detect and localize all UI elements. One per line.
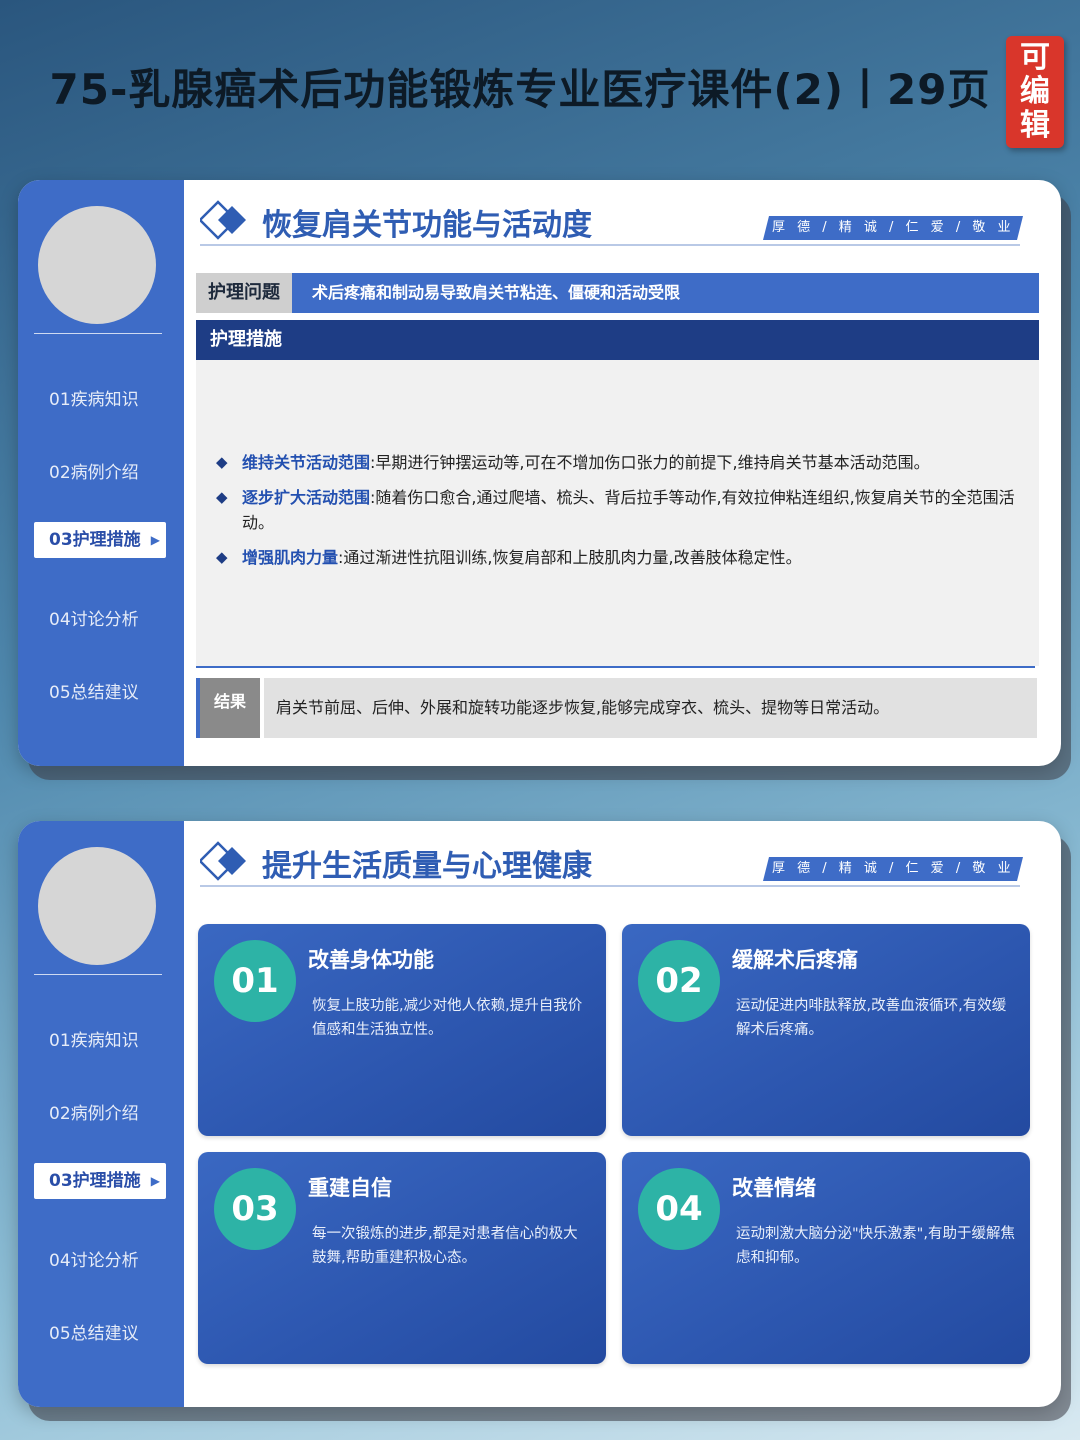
sidebar-item-disease-knowledge[interactable]: 01疾病知识 [49,1026,139,1051]
result-label: 结果 [196,678,260,738]
card-text: 运动刺激大脑分泌"快乐激素",有助于缓解焦虑和抑郁。 [736,1226,1015,1266]
benefit-card: 04 改善情绪 运动刺激大脑分泌"快乐激素",有助于缓解焦虑和抑郁。 [622,1152,1030,1364]
benefit-card: 03 重建自信 每一次锻炼的进步,都是对患者信心的极大鼓舞,帮助重建积极心态。 [198,1152,606,1364]
list-item: ◆ 维持关节活动范围:早期进行钟摆运动等,可在不增加伤口张力的前提下,维持肩关节… [216,450,1016,475]
sidebar-divider [34,333,162,334]
bullet-keyword: 增强肌肉力量 [242,548,339,567]
page-title: 75-乳腺癌术后功能锻炼专业医疗课件(2)丨29页 [49,65,991,114]
result-separator [260,678,264,738]
card-title: 重建自信 [308,1176,392,1200]
diamond-logo-icon [200,200,246,240]
card-text: 恢复上肢功能,减少对他人依赖,提升自我价值感和生活独立性。 [312,998,583,1038]
card-number-badge: 02 [638,940,720,1022]
card-title: 改善身体功能 [308,948,434,972]
sidebar-item-summary[interactable]: 05总结建议 [49,678,139,703]
problem-label: 护理问题 [196,273,292,313]
sidebar-item-disease-knowledge[interactable]: 01疾病知识 [49,385,139,410]
list-item: ◆ 增强肌肉力量:通过渐进性抗阻训练,恢复肩部和上肢肌肉力量,改善肢体稳定性。 [216,545,1016,570]
diamond-bullet-icon: ◆ [216,488,228,506]
result-divider [196,666,1035,668]
card-number-badge: 04 [638,1168,720,1250]
slide-title: 提升生活质量与心理健康 [262,849,592,884]
bullet-text: :早期进行钟摆运动等,可在不增加伤口张力的前提下,维持肩关节基本活动范围。 [370,453,930,472]
card-number-badge: 01 [214,940,296,1022]
sidebar-item-case-intro[interactable]: 02病例介绍 [49,458,139,483]
slide-title: 恢复肩关节功能与活动度 [262,208,592,243]
chevron-right-icon: ▶ [150,533,160,547]
measures-header: 护理措施 [196,320,1039,360]
motto-banner: 厚 德 / 精 诚 / 仁 爱 / 敬 业 [763,857,1023,881]
result-row: 结果 肩关节前屈、后伸、外展和旋转功能逐步恢复,能够完成穿衣、梳头、提物等日常活… [196,678,1037,738]
slide-shoulder-function: 01疾病知识 02病例介绍 03护理措施 ▶ 04讨论分析 05总结建议 恢复肩… [18,180,1061,766]
diamond-bullet-icon: ◆ [216,453,228,471]
card-text: 每一次锻炼的进步,都是对患者信心的极大鼓舞,帮助重建积极心态。 [312,1226,578,1266]
benefit-card: 02 缓解术后疼痛 运动促进内啡肽释放,改善血液循环,有效缓解术后疼痛。 [622,924,1030,1136]
slide-quality-of-life: 01疾病知识 02病例介绍 03护理措施 ▶ 04讨论分析 05总结建议 提升生… [18,821,1061,1407]
card-title: 改善情绪 [732,1176,816,1200]
measures-body: ◆ 维持关节活动范围:早期进行钟摆运动等,可在不增加伤口张力的前提下,维持肩关节… [196,360,1039,666]
sidebar-item-summary[interactable]: 05总结建议 [49,1319,139,1344]
sidebar-item-nursing-measures[interactable]: 03护理措施 ▶ [34,522,166,558]
badge-char: 可 [1020,40,1050,75]
header-divider [200,885,1020,887]
sidebar-item-case-intro[interactable]: 02病例介绍 [49,1099,139,1124]
sidebar-item-label: 03护理措施 [49,530,141,550]
slide-header: 恢复肩关节功能与活动度 厚 德 / 精 诚 / 仁 爱 / 敬 业 [200,198,1040,246]
editable-badge[interactable]: 可 编 辑 [1006,36,1064,148]
chevron-right-icon: ▶ [150,1174,160,1188]
sidebar-item-discussion[interactable]: 04讨论分析 [49,1246,139,1271]
list-item: ◆ 逐步扩大活动范围:随着伤口愈合,通过爬墙、梳头、背后拉手等动作,有效拉伸粘连… [216,485,1016,535]
diamond-bullet-icon: ◆ [216,548,228,566]
header-divider [200,244,1020,246]
badge-char: 辑 [1020,108,1050,143]
card-text: 运动促进内啡肽释放,改善血液循环,有效缓解术后疼痛。 [736,998,1007,1038]
card-title: 缓解术后疼痛 [732,948,858,972]
sidebar: 01疾病知识 02病例介绍 03护理措施 ▶ 04讨论分析 05总结建议 [18,180,184,766]
sidebar-item-discussion[interactable]: 04讨论分析 [49,605,139,630]
badge-char: 编 [1020,74,1050,109]
avatar [38,206,156,324]
nursing-problem-row: 护理问题 术后疼痛和制动易导致肩关节粘连、僵硬和活动受限 [196,273,1039,313]
bullet-keyword: 逐步扩大活动范围 [242,488,371,507]
card-number-badge: 03 [214,1168,296,1250]
sidebar-item-label: 03护理措施 [49,1171,141,1191]
sidebar-item-nursing-measures[interactable]: 03护理措施 ▶ [34,1163,166,1199]
slide-header: 提升生活质量与心理健康 厚 德 / 精 诚 / 仁 爱 / 敬 业 [200,839,1040,887]
bullet-text: :通过渐进性抗阻训练,恢复肩部和上肢肌肉力量,改善肢体稳定性。 [338,548,802,567]
motto-text: 厚 德 / 精 诚 / 仁 爱 / 敬 业 [771,861,1015,876]
problem-text: 术后疼痛和制动易导致肩关节粘连、僵硬和活动受限 [312,283,681,302]
sidebar-divider [34,974,162,975]
avatar [38,847,156,965]
bullet-keyword: 维持关节活动范围 [242,453,371,472]
sidebar: 01疾病知识 02病例介绍 03护理措施 ▶ 04讨论分析 05总结建议 [18,821,184,1407]
diamond-logo-icon [200,841,246,881]
result-text: 肩关节前屈、后伸、外展和旋转功能逐步恢复,能够完成穿衣、梳头、提物等日常活动。 [276,698,890,717]
motto-text: 厚 德 / 精 诚 / 仁 爱 / 敬 业 [771,220,1015,235]
benefit-card: 01 改善身体功能 恢复上肢功能,减少对他人依赖,提升自我价值感和生活独立性。 [198,924,606,1136]
motto-banner: 厚 德 / 精 诚 / 仁 爱 / 敬 业 [763,216,1023,240]
